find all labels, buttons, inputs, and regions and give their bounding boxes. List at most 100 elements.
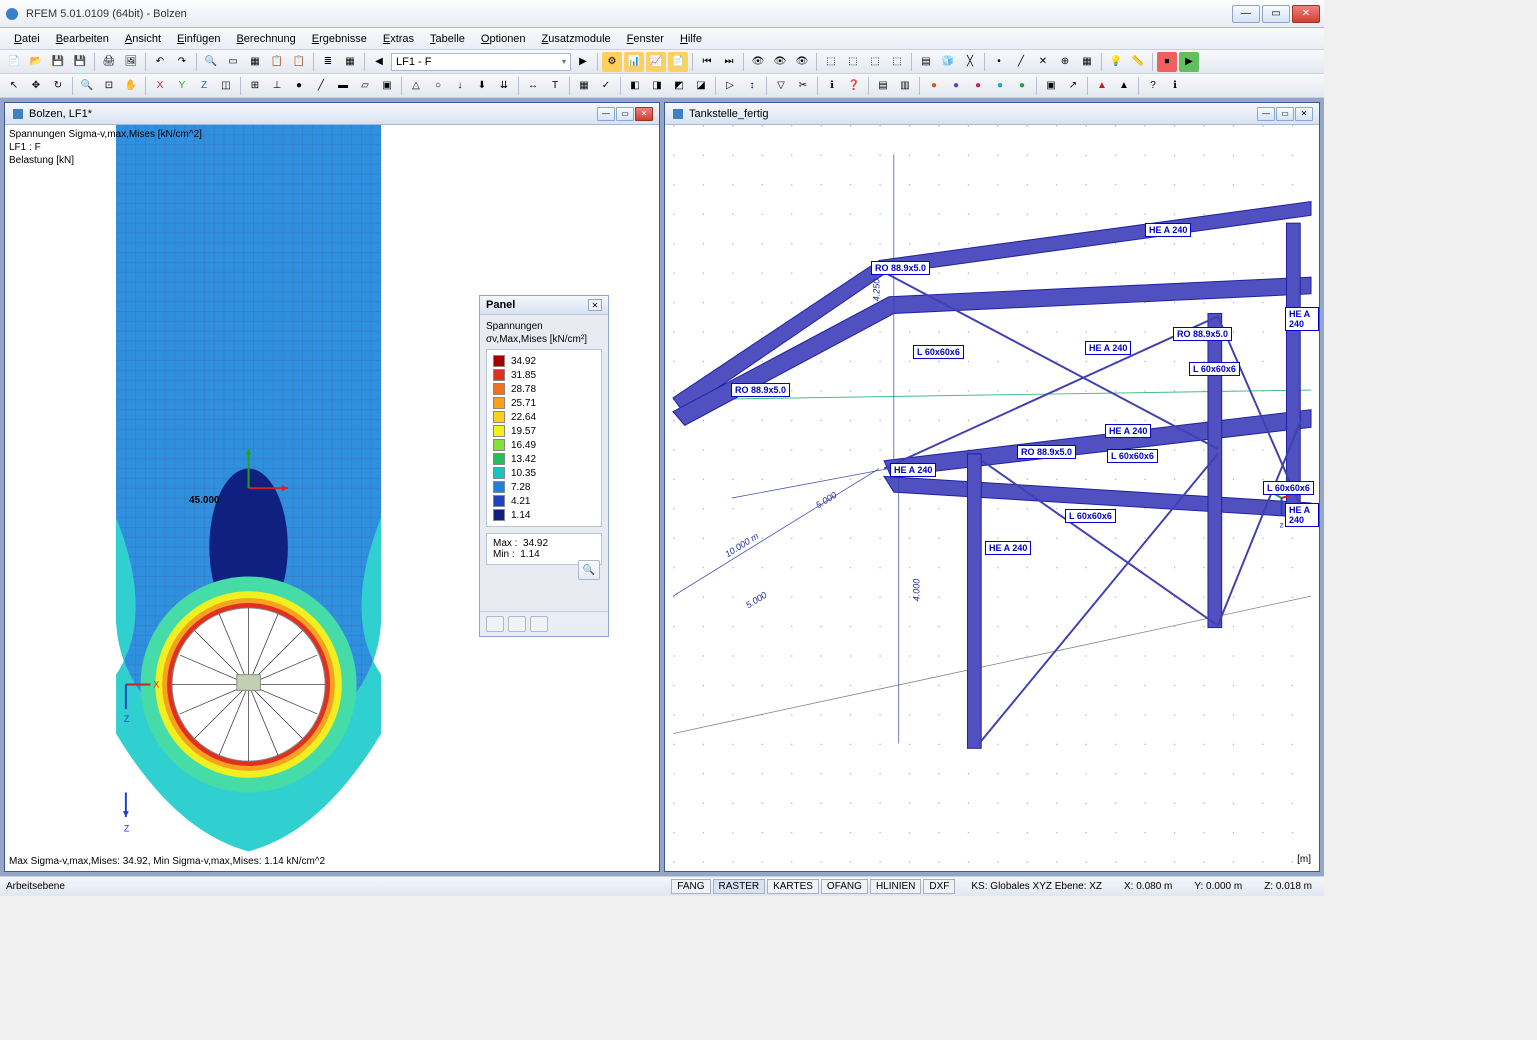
- fea-canvas-left[interactable]: X Z Z Spannungen Sigma-v,max,Mises [kN/c…: [5, 125, 659, 871]
- result-2-icon[interactable]: ◨: [647, 76, 667, 96]
- zoom-icon[interactable]: 🔍: [77, 76, 97, 96]
- new-icon[interactable]: 📄: [4, 52, 24, 72]
- nav-first-icon[interactable]: ⏮: [697, 52, 717, 72]
- support-icon[interactable]: △: [406, 76, 426, 96]
- snap-icon[interactable]: ⊞: [245, 76, 265, 96]
- coord-icon[interactable]: ⊕: [1055, 52, 1075, 72]
- about-icon[interactable]: ℹ: [1165, 76, 1185, 96]
- surface-icon[interactable]: ▱: [355, 76, 375, 96]
- menu-einfügen[interactable]: Einfügen: [169, 31, 228, 47]
- color-2-icon[interactable]: ●: [946, 76, 966, 96]
- run-icon[interactable]: ▶: [1179, 52, 1199, 72]
- list-icon[interactable]: ≣: [318, 52, 338, 72]
- cad-icon[interactable]: ▣: [1041, 76, 1061, 96]
- solid-icon[interactable]: ▣: [377, 76, 397, 96]
- menu-zusatzmodule[interactable]: Zusatzmodule: [534, 31, 619, 47]
- tool-1-icon[interactable]: ⬚: [821, 52, 841, 72]
- render2-icon[interactable]: ▲: [1114, 76, 1134, 96]
- close-button[interactable]: ✕: [1292, 5, 1320, 23]
- structure-canvas-right[interactable]: x z HE A 240 HE A 240 HE A 240 HE A 240 …: [665, 125, 1319, 871]
- window-tile-icon[interactable]: ▤: [873, 76, 893, 96]
- help-icon[interactable]: ?: [1143, 76, 1163, 96]
- rotate-icon[interactable]: ↻: [48, 76, 68, 96]
- panel-options-button[interactable]: 🔍: [578, 560, 600, 580]
- color-5-icon[interactable]: ●: [1012, 76, 1032, 96]
- undo-icon[interactable]: ↶: [150, 52, 170, 72]
- dim-icon[interactable]: ↔: [523, 76, 543, 96]
- clip-icon[interactable]: ✂: [793, 76, 813, 96]
- subwindow-titlebar[interactable]: Tankstelle_fertig — ▭ ✕: [665, 103, 1319, 125]
- redo-icon[interactable]: ↷: [172, 52, 192, 72]
- export-icon[interactable]: ↗: [1063, 76, 1083, 96]
- tool-2-icon[interactable]: ⬚: [843, 52, 863, 72]
- loadcase-combo[interactable]: LF1 - F▾: [391, 53, 571, 71]
- menu-ergebnisse[interactable]: Ergebnisse: [304, 31, 375, 47]
- info-icon[interactable]: ℹ: [822, 76, 842, 96]
- prev-icon[interactable]: ◀: [369, 52, 389, 72]
- filter-icon[interactable]: ▽: [771, 76, 791, 96]
- result-1-icon[interactable]: ◧: [625, 76, 645, 96]
- panel-close-icon[interactable]: ✕: [588, 299, 602, 311]
- status-tab-hlinien[interactable]: HLINIEN: [870, 879, 921, 894]
- line2-icon[interactable]: ╱: [311, 76, 331, 96]
- status-tab-ofang[interactable]: OFANG: [821, 879, 868, 894]
- menu-tabelle[interactable]: Tabelle: [422, 31, 473, 47]
- tool-4-icon[interactable]: ⬚: [887, 52, 907, 72]
- check-icon[interactable]: ✓: [596, 76, 616, 96]
- open-icon[interactable]: 📂: [26, 52, 46, 72]
- status-tab-raster[interactable]: RASTER: [713, 879, 766, 894]
- light-icon[interactable]: 💡: [1106, 52, 1126, 72]
- pan-icon[interactable]: ✋: [121, 76, 141, 96]
- wire-icon[interactable]: ╳: [960, 52, 980, 72]
- menu-hilfe[interactable]: Hilfe: [672, 31, 710, 47]
- anim-icon[interactable]: ▷: [720, 76, 740, 96]
- print-icon[interactable]: 🖨: [99, 52, 119, 72]
- tool-3-icon[interactable]: ⬚: [865, 52, 885, 72]
- result-4-icon[interactable]: ◪: [691, 76, 711, 96]
- results-icon[interactable]: 📊: [624, 52, 644, 72]
- status-tab-fang[interactable]: FANG: [671, 879, 710, 894]
- subwindow-titlebar[interactable]: Bolzen, LF1* — ▭ ✕: [5, 103, 659, 125]
- copy-icon[interactable]: 📋: [267, 52, 287, 72]
- view-z-icon[interactable]: Z: [194, 76, 214, 96]
- next-icon[interactable]: ▶: [573, 52, 593, 72]
- save-icon[interactable]: 💾: [48, 52, 68, 72]
- graph-icon[interactable]: 📈: [646, 52, 666, 72]
- status-tab-kartes[interactable]: KARTES: [767, 879, 819, 894]
- menu-extras[interactable]: Extras: [375, 31, 422, 47]
- paste-icon[interactable]: 📋: [289, 52, 309, 72]
- cross-icon[interactable]: ✕: [1033, 52, 1053, 72]
- report-icon[interactable]: 📄: [668, 52, 688, 72]
- grid2-icon[interactable]: ▦: [1077, 52, 1097, 72]
- color-3-icon[interactable]: ●: [968, 76, 988, 96]
- nav-last-icon[interactable]: ⏭: [719, 52, 739, 72]
- load-area-icon[interactable]: ⇊: [494, 76, 514, 96]
- view-3-icon[interactable]: 👁: [792, 52, 812, 72]
- color-4-icon[interactable]: ●: [990, 76, 1010, 96]
- mesh-icon[interactable]: ▦: [574, 76, 594, 96]
- minimize-button[interactable]: —: [1232, 5, 1260, 23]
- menu-berechnung[interactable]: Berechnung: [228, 31, 303, 47]
- select-icon[interactable]: ▭: [223, 52, 243, 72]
- load-line-icon[interactable]: ⬇: [472, 76, 492, 96]
- menu-fenster[interactable]: Fenster: [619, 31, 672, 47]
- maximize-button[interactable]: ▭: [1262, 5, 1290, 23]
- sub-maximize-button[interactable]: ▭: [616, 107, 634, 121]
- color-1-icon[interactable]: ●: [924, 76, 944, 96]
- sub-minimize-button[interactable]: —: [597, 107, 615, 121]
- view-x-icon[interactable]: X: [150, 76, 170, 96]
- query-icon[interactable]: ❓: [844, 76, 864, 96]
- node2-icon[interactable]: ●: [289, 76, 309, 96]
- calc-icon[interactable]: ⚙: [602, 52, 622, 72]
- move-icon[interactable]: ✥: [26, 76, 46, 96]
- hinge-icon[interactable]: ○: [428, 76, 448, 96]
- ortho-icon[interactable]: ⊥: [267, 76, 287, 96]
- zoom-fit-icon[interactable]: ⊡: [99, 76, 119, 96]
- view-y-icon[interactable]: Y: [172, 76, 192, 96]
- sub-minimize-button[interactable]: —: [1257, 107, 1275, 121]
- measure-icon[interactable]: 📏: [1128, 52, 1148, 72]
- panel-tab-1-icon[interactable]: [486, 616, 504, 632]
- menu-bearbeiten[interactable]: Bearbeiten: [48, 31, 117, 47]
- panel-tab-3-icon[interactable]: [530, 616, 548, 632]
- line-icon[interactable]: ╱: [1011, 52, 1031, 72]
